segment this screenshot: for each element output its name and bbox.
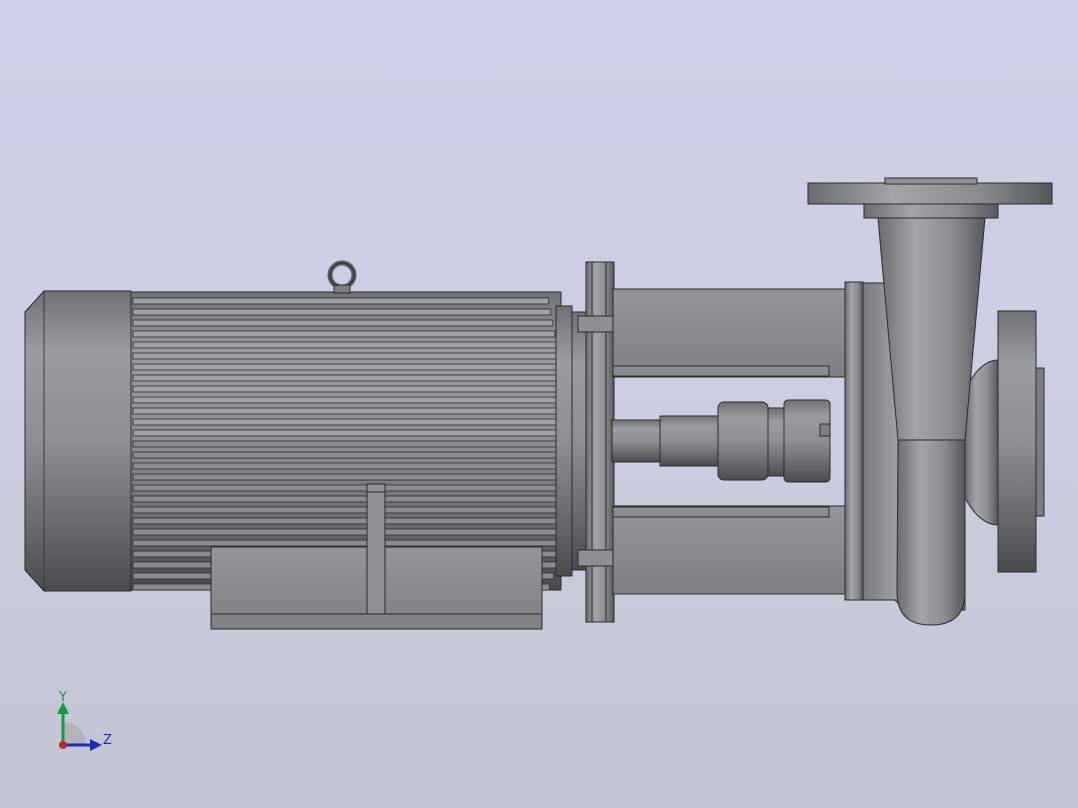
cooling-fin — [132, 330, 556, 338]
cooling-fin — [132, 451, 560, 459]
orientation-triad[interactable]: Y Z — [57, 690, 112, 751]
motor-end-shield — [555, 305, 573, 577]
cooling-fin — [132, 539, 560, 547]
cooling-fin — [132, 484, 560, 492]
cooling-fin — [132, 440, 560, 448]
graphics-viewport[interactable]: Y Z — [0, 0, 1078, 808]
cooling-fin — [132, 407, 560, 415]
cooling-fin — [132, 341, 558, 349]
cooling-fin — [132, 297, 550, 305]
cooling-fin — [132, 352, 560, 360]
motor-fan-cover[interactable] — [24, 290, 132, 592]
triad-x-axis-dot — [59, 741, 67, 749]
cooling-fin — [132, 374, 560, 382]
cooling-fin — [132, 308, 552, 316]
motor[interactable] — [24, 260, 587, 630]
motor-foot-post — [366, 483, 386, 615]
cooling-fin — [132, 528, 560, 536]
cooling-fin — [132, 506, 560, 514]
pump-model-view[interactable]: Y Z — [0, 0, 1078, 808]
cooling-fin — [132, 429, 560, 437]
triad-z-arrow — [90, 739, 102, 751]
cooling-fin — [132, 418, 560, 426]
suction-flange[interactable] — [997, 310, 1045, 573]
cooling-fin — [132, 319, 554, 327]
pump-shaft[interactable] — [611, 399, 831, 483]
cooling-fin — [132, 385, 560, 393]
motor-cooling-fins — [132, 297, 560, 591]
cooling-fin — [132, 396, 560, 404]
cooling-fin — [132, 517, 560, 525]
cooling-fin — [132, 495, 560, 503]
cooling-fin — [132, 363, 560, 371]
lifting-eye[interactable] — [327, 260, 357, 294]
cooling-fin — [132, 473, 560, 481]
triad-y-label: Y — [58, 690, 67, 705]
triad-z-label: Z — [103, 733, 112, 748]
cooling-fin — [132, 462, 560, 470]
